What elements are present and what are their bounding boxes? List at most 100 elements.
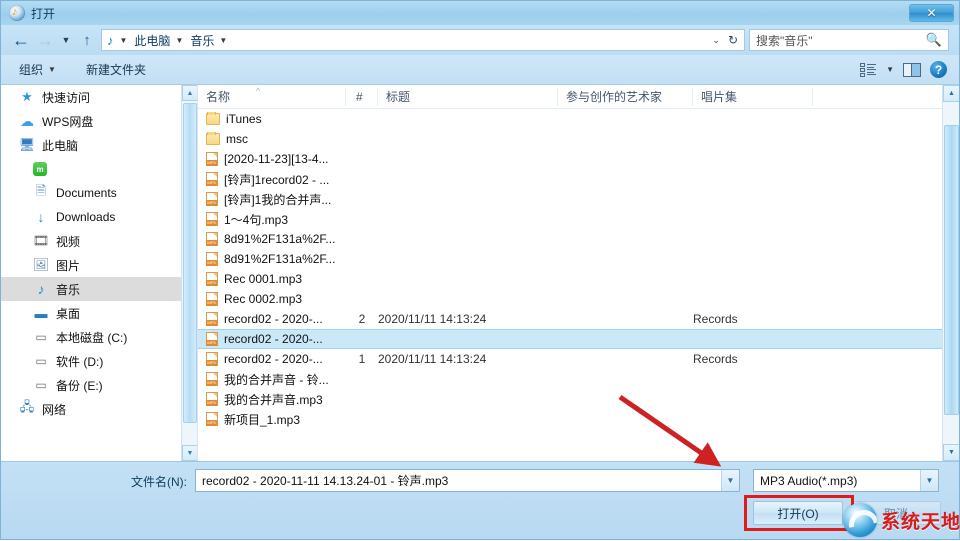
sidebar-item-6[interactable]: 🎞 视频	[1, 229, 197, 253]
column-header-album[interactable]: 唱片集	[693, 87, 813, 106]
sidebar-item-label: Downloads	[56, 210, 116, 224]
view-dropdown-icon[interactable]: ▼	[886, 65, 894, 74]
file-name-cell: [铃声]1record02 - ...	[198, 171, 346, 188]
sidebar-scroll-down-icon[interactable]: ▼	[182, 445, 197, 461]
new-folder-button[interactable]: 新建文件夹	[80, 61, 152, 78]
column-header-track[interactable]: #	[346, 87, 378, 106]
sidebar-scrollbar[interactable]: ▲ ▼	[181, 85, 197, 461]
refresh-icon[interactable]: ↻	[724, 33, 742, 47]
table-row[interactable]: [铃声]1record02 - ...	[198, 169, 942, 189]
breadcrumb-caret-2[interactable]: ▼	[216, 36, 232, 45]
sidebar-item-1[interactable]: ☁ WPS网盘	[1, 109, 197, 133]
table-row[interactable]: Rec 0001.mp3	[198, 269, 942, 289]
file-name-cell: 8d91%2F131a%2F...	[198, 232, 346, 246]
sidebar-item-13[interactable]: 🖧 网络	[1, 397, 197, 421]
column-header-title[interactable]: 标题	[378, 87, 558, 106]
mp3-icon	[206, 292, 218, 306]
breadcrumb[interactable]: ♪ ▼ 此电脑 ▼ 音乐 ▼ ⌄ ↻	[101, 29, 745, 51]
watermark-text: 系统天地	[881, 511, 960, 533]
sidebar-item-5[interactable]: ↓ Downloads	[1, 205, 197, 229]
up-button[interactable]: ↑	[75, 28, 99, 52]
sidebar-item-9[interactable]: ▬ 桌面	[1, 301, 197, 325]
list-scroll-up-icon[interactable]: ▲	[943, 85, 959, 102]
window-title: 打开	[31, 6, 56, 21]
file-name-label: 8d91%2F131a%2F...	[224, 252, 336, 266]
mp3-icon	[206, 372, 218, 386]
organize-label: 组织	[19, 63, 44, 77]
search-input[interactable]: 搜索"音乐" 🔍	[749, 29, 949, 51]
folder-icon	[206, 132, 220, 145]
table-row[interactable]: [2020-11-23][13-4...	[198, 149, 942, 169]
table-row[interactable]: iTunes	[198, 109, 942, 129]
column-header-artist[interactable]: 参与创作的艺术家	[558, 87, 693, 106]
filetype-select[interactable]: MP3 Audio(*.mp3) ▼	[753, 469, 939, 492]
open-button[interactable]: 打开(O)	[753, 501, 843, 525]
view-mode-icon[interactable]	[860, 62, 877, 77]
preview-pane-icon[interactable]	[903, 62, 921, 77]
sidebar-item-label: 桌面	[56, 306, 81, 321]
file-name-label: Rec 0001.mp3	[224, 272, 303, 286]
sidebar-item-2[interactable]: 🖥 此电脑	[1, 133, 197, 157]
sidebar-item-4[interactable]: 🗎 Documents	[1, 181, 197, 205]
sidebar-item-7[interactable]: 🖼 图片	[1, 253, 197, 277]
sidebar-item-label: 音乐	[56, 282, 81, 297]
organize-button[interactable]: 组织 ▼	[13, 61, 62, 78]
table-row[interactable]: 我的合并声音.mp3	[198, 389, 942, 409]
file-list-scrollbar[interactable]: ▲ ▼	[942, 85, 959, 461]
table-row[interactable]: 8d91%2F131a%2F...	[198, 229, 942, 249]
list-scroll-down-icon[interactable]: ▼	[943, 444, 959, 461]
address-dropdown-icon[interactable]: ⌄	[708, 35, 724, 46]
new-folder-label: 新建文件夹	[85, 63, 146, 77]
table-row[interactable]: 新项目_1.mp3	[198, 409, 942, 429]
file-name-cell: record02 - 2020-...	[198, 332, 346, 346]
filename-dropdown-icon[interactable]: ▼	[721, 470, 739, 491]
list-scroll-thumb[interactable]	[944, 125, 959, 415]
table-row[interactable]: 1～4句.mp3	[198, 209, 942, 229]
sidebar-item-app-3[interactable]: m	[1, 157, 197, 181]
sidebar-scroll-thumb[interactable]	[183, 103, 197, 423]
file-name-label: Rec 0002.mp3	[224, 292, 303, 306]
table-row[interactable]: record02 - 2020-...	[198, 329, 942, 349]
videos-icon: 🎞	[32, 233, 50, 248]
close-icon[interactable]: ✕	[909, 4, 954, 22]
sidebar-item-12[interactable]: ▭ 备份 (E:)	[1, 373, 197, 397]
file-name-cell: msc	[198, 132, 346, 146]
downloads-icon: ↓	[37, 209, 45, 225]
help-icon[interactable]: ?	[930, 61, 947, 78]
mp3-icon	[206, 152, 218, 166]
table-row[interactable]: record02 - 2020-... 1 2020/11/11 14:13:24 R…	[198, 349, 942, 369]
table-row[interactable]: msc	[198, 129, 942, 149]
sidebar-item-label: 备份 (E:)	[56, 378, 103, 393]
sidebar-scroll-up-icon[interactable]: ▲	[182, 85, 197, 101]
table-row[interactable]: [铃声]1我的合并声...	[198, 189, 942, 209]
sidebar-item-10[interactable]: ▭ 本地磁盘 (C:)	[1, 325, 197, 349]
sidebar-item-8[interactable]: ♪ 音乐	[1, 277, 197, 301]
back-button[interactable]: ←	[9, 28, 33, 52]
column-header-name[interactable]: 名称 ^	[198, 86, 346, 106]
folder-icon	[206, 112, 220, 125]
file-name-label: 我的合并声音.mp3	[224, 392, 323, 407]
breadcrumb-caret-1[interactable]: ▼	[172, 36, 188, 45]
mp3-icon	[206, 332, 218, 346]
history-dropdown-icon[interactable]: ▼	[57, 28, 75, 52]
table-row[interactable]: 我的合并声音 - 铃...	[198, 369, 942, 389]
file-name-cell: 新项目_1.mp3	[198, 411, 346, 428]
sidebar-item-label: 软件 (D:)	[56, 354, 104, 369]
sidebar-item-label: 视频	[56, 234, 81, 249]
sidebar-item-11[interactable]: ▭ 软件 (D:)	[1, 349, 197, 373]
table-row[interactable]: record02 - 2020-... 2 2020/11/11 14:13:24 R…	[198, 309, 942, 329]
computer-icon: 🖥	[18, 137, 36, 152]
filename-value: record02 - 2020-11-11 14.13.24-01 - 铃声.m…	[202, 474, 449, 488]
table-row[interactable]: 8d91%2F131a%2F...	[198, 249, 942, 269]
breadcrumb-caret-0[interactable]: ▼	[117, 36, 133, 45]
chevron-down-icon: ▼	[48, 65, 56, 74]
file-name-label: record02 - 2020-...	[224, 332, 323, 346]
breadcrumb-item-0[interactable]: 此电脑	[132, 32, 172, 49]
table-row[interactable]: Rec 0002.mp3	[198, 289, 942, 309]
breadcrumb-item-1[interactable]: 音乐	[188, 32, 216, 49]
network-icon: 🖧	[19, 399, 35, 414]
filename-input[interactable]: record02 - 2020-11-11 14.13.24-01 - 铃声.m…	[195, 469, 740, 492]
mp3-icon	[206, 412, 218, 426]
sidebar-item-0[interactable]: ★ 快速访问	[1, 85, 197, 109]
filetype-dropdown-icon[interactable]: ▼	[920, 470, 938, 491]
